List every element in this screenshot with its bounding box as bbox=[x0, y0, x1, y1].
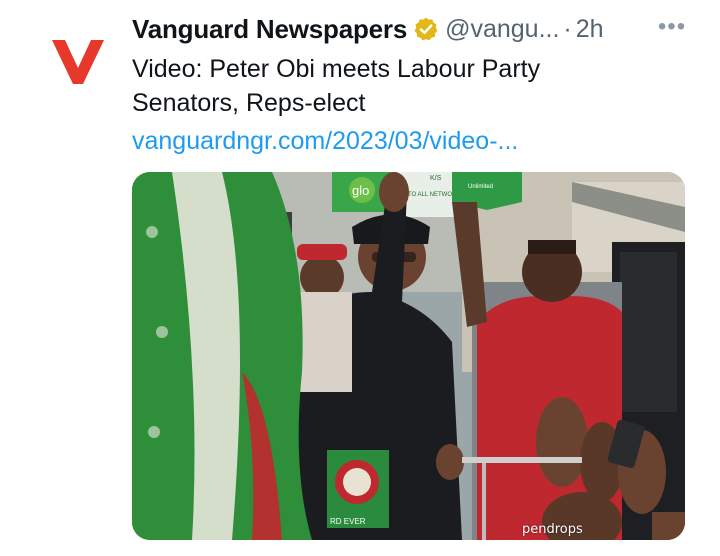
tweet-text: Video: Peter Obi meets Labour Party Sena… bbox=[132, 52, 672, 120]
tweet-text-line: Video: Peter Obi meets Labour Party bbox=[132, 55, 541, 83]
vanguard-logo-icon bbox=[52, 40, 104, 84]
verified-badge-icon bbox=[414, 17, 438, 41]
poster-text: RD EVER bbox=[330, 517, 366, 526]
tweet-header: Vanguard Newspapers @vangu... · 2h bbox=[132, 12, 692, 46]
avatar[interactable] bbox=[40, 22, 116, 98]
more-horizontal-icon: ••• bbox=[657, 13, 687, 40]
timestamp[interactable]: 2h bbox=[576, 15, 604, 44]
separator-dot: · bbox=[563, 14, 572, 43]
photo-illustration: glo TO ALL NETWORKS K/S Unlimited RD EVE… bbox=[132, 172, 685, 540]
sign-text-unlimited: Unlimited bbox=[468, 184, 493, 190]
sign-text-ks: K/S bbox=[430, 175, 442, 182]
tweet-link[interactable]: vanguardngr.com/2023/03/video-... bbox=[132, 124, 518, 158]
tweet-photo[interactable]: glo TO ALL NETWORKS K/S Unlimited RD EVE… bbox=[132, 172, 685, 540]
tweet-text-line: Senators, Reps-elect bbox=[132, 89, 366, 117]
photo-watermark: pendrops bbox=[522, 522, 583, 537]
more-options-button[interactable]: ••• bbox=[654, 12, 690, 42]
glo-logo-text: glo bbox=[352, 183, 369, 198]
user-handle[interactable]: @vangu... bbox=[445, 15, 559, 44]
tweet[interactable]: Vanguard Newspapers @vangu... · 2h ••• V… bbox=[0, 0, 720, 556]
display-name[interactable]: Vanguard Newspapers bbox=[132, 14, 407, 45]
